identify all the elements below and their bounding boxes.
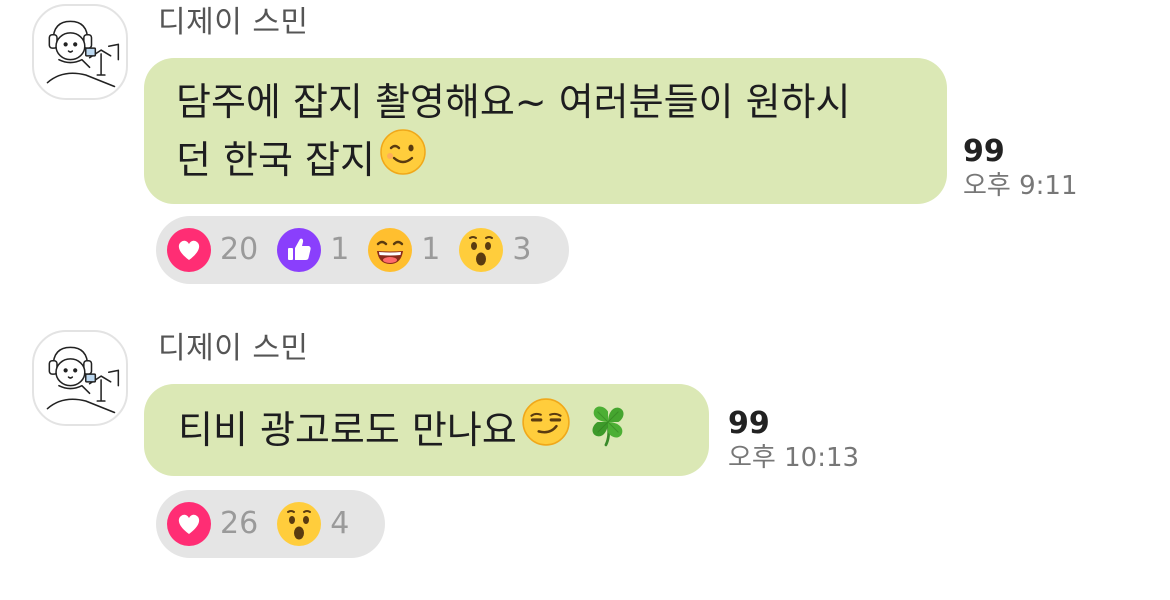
reaction-surprised[interactable]: 3 [458,227,531,273]
reaction-count: 1 [330,232,350,267]
avatar-illustration-icon [46,20,120,88]
reaction-bar[interactable]: 26 4 [156,490,385,558]
reaction-heart[interactable]: 26 [166,501,258,547]
reaction-count: 3 [512,232,532,267]
smirking-face-icon [521,397,571,463]
reaction-count: 20 [220,232,259,267]
reaction-thumbs-up[interactable]: 1 [276,227,349,273]
reaction-count: 26 [220,506,259,541]
message-text-line-with-emoji: 던 한국 잡지 [176,128,947,192]
avatar[interactable] [32,330,128,426]
avatar[interactable] [32,4,128,100]
reaction-count: 4 [330,506,350,541]
sender-name: 디제이 스민 [158,5,309,40]
reaction-count: 1 [421,232,441,267]
timestamp: 오후 10:13 [728,443,860,473]
thumbs-up-icon [277,228,322,272]
reaction-heart[interactable]: 20 [166,227,258,273]
winking-face-icon [379,128,427,192]
surprised-face-icon [459,228,504,272]
grinning-face-icon [368,228,413,272]
timestamp: 오후 9:11 [963,171,1078,201]
heart-icon [167,502,211,546]
message-bubble[interactable]: 티비 광고로도 만나요 [144,384,709,476]
message-meta: 99 오후 9:11 [963,134,1078,202]
message-text-line: 던 한국 잡지 [176,138,375,182]
four-leaf-clover-icon [583,397,633,463]
heart-icon [167,228,211,272]
surprised-face-icon [277,502,322,546]
sender-name: 디제이 스민 [158,331,309,366]
message-bubble[interactable]: 담주에 잡지 촬영해요~ 여러분들이 원하시 던 한국 잡지 [144,58,947,204]
avatar-illustration-icon [46,346,120,414]
reaction-grinning[interactable]: 1 [367,227,440,273]
message-text-line: 티비 광고로도 만나요 [178,408,517,452]
unread-count: 99 [963,134,1005,169]
message-meta: 99 오후 10:13 [728,406,859,474]
reaction-surprised[interactable]: 4 [276,501,349,547]
message-text-line: 담주에 잡지 촬영해요~ 여러분들이 원하시 [176,80,851,124]
message-text-line-with-emoji: 티비 광고로도 만나요 [178,397,709,459]
unread-count: 99 [728,406,770,441]
chat-screen: 디제이 스민 담주에 잡지 촬영해요~ 여러분들이 원하시 던 한국 잡지 99… [0,0,1170,600]
reaction-bar[interactable]: 20 1 1 3 [156,216,569,284]
